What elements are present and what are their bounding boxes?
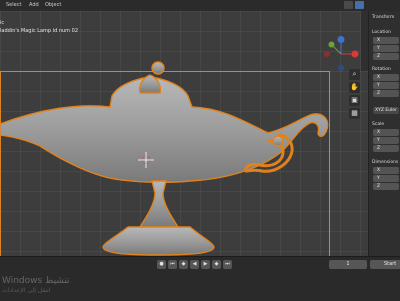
scale-label: Scale	[372, 122, 385, 127]
activation-watermark: Windows تنشيط	[2, 276, 70, 286]
grid-icon[interactable]: ▦	[349, 108, 360, 119]
rotation-z-field[interactable]: Z	[373, 90, 399, 97]
menu-object[interactable]: Object	[45, 2, 61, 8]
transform-panel: Transform Location X Y Z Rotation X Y Z …	[368, 11, 400, 256]
location-x-field[interactable]: X	[373, 37, 399, 44]
scale-y-field[interactable]: Y	[373, 137, 399, 144]
gizmo-neg-z-icon	[338, 65, 344, 71]
menu-select[interactable]: Select	[6, 2, 21, 8]
jump-end-icon[interactable]: ⏭	[223, 260, 232, 269]
zoom-icon[interactable]: ⌕	[349, 69, 360, 80]
overlay-toggle-icon[interactable]	[355, 1, 364, 9]
dimensions-x-field[interactable]: X	[373, 167, 399, 174]
gizmo-y-icon	[328, 41, 335, 48]
play-icon[interactable]: ▶	[201, 260, 210, 269]
location-z-field[interactable]: Z	[373, 53, 399, 60]
scale-z-field[interactable]: Z	[373, 145, 399, 152]
shading-toggle-icon[interactable]	[344, 1, 353, 9]
next-keyframe-icon[interactable]: ◆	[212, 260, 221, 269]
3d-viewport[interactable]: ic laddin's Magic Lamp id num 02 ⌕ ✋ ▣ ▦	[0, 11, 368, 257]
jump-start-icon[interactable]: ⏮	[168, 260, 177, 269]
current-frame-field[interactable]: 1	[329, 260, 367, 269]
start-frame-field[interactable]: Start	[370, 260, 400, 269]
record-icon[interactable]: ●	[157, 260, 166, 269]
lamp-stem	[138, 180, 180, 228]
panel-title[interactable]: Transform	[372, 15, 394, 20]
pan-hand-icon[interactable]: ✋	[349, 82, 360, 93]
play-reverse-icon[interactable]: ◀	[190, 260, 199, 269]
location-y-field[interactable]: Y	[373, 45, 399, 52]
rotation-label: Rotation	[372, 67, 391, 72]
gizmo-neg-x-icon	[324, 51, 330, 57]
scale-x-field[interactable]: X	[373, 129, 399, 136]
dimensions-y-field[interactable]: Y	[373, 175, 399, 182]
rotation-mode-select[interactable]: XYZ Euler	[373, 107, 399, 114]
dimensions-z-field[interactable]: Z	[373, 183, 399, 190]
activation-watermark-subtitle: انتقل إلى الإعدادات	[2, 287, 51, 294]
navigation-gizmo[interactable]	[322, 35, 360, 73]
gizmo-z-icon	[337, 36, 345, 43]
lamp-handle-knob	[272, 135, 284, 147]
prev-keyframe-icon[interactable]: ◆	[179, 260, 188, 269]
dimensions-label: Dimensions	[372, 160, 399, 165]
lamp-lid-knob	[151, 61, 165, 75]
rotation-y-field[interactable]: Y	[373, 82, 399, 89]
lamp-base	[102, 226, 215, 256]
menu-add[interactable]: Add	[29, 2, 39, 8]
rotation-x-field[interactable]: X	[373, 74, 399, 81]
gizmo-x-icon	[351, 50, 359, 58]
magic-lamp-model[interactable]	[0, 11, 368, 256]
location-label: Location	[372, 30, 392, 35]
camera-icon[interactable]: ▣	[349, 95, 360, 106]
